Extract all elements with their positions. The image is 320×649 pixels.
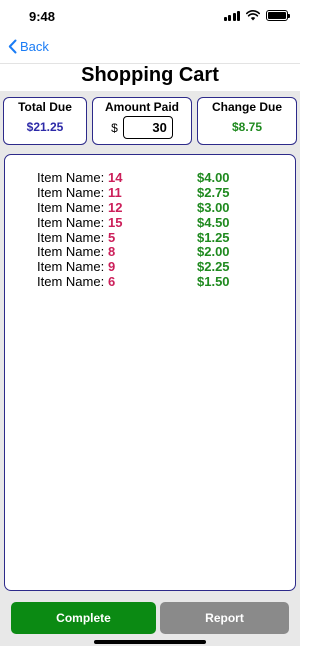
amount-paid-label: Amount Paid (105, 100, 179, 114)
item-name-label: Item Name: (37, 214, 105, 230)
item-price: $4.50 (197, 214, 230, 230)
item-price: $3.00 (197, 199, 230, 215)
back-button[interactable]: Back (8, 39, 49, 54)
status-bar: 9:48 (0, 0, 300, 34)
amount-paid-input[interactable] (122, 116, 173, 139)
item-name: 15 (108, 214, 123, 230)
navigation-bar: Back (0, 34, 300, 64)
item-price: $1.25 (197, 229, 230, 245)
total-due-label: Total Due (18, 100, 72, 114)
items-panel: Item Name: 14 $4.00 Item Name: 11 $2.75 … (4, 154, 296, 591)
change-due-box: Change Due $8.75 (197, 97, 297, 145)
report-button-label: Report (205, 611, 244, 625)
list-item: Item Name: 11 $2.75 (37, 184, 269, 201)
list-item: Item Name: 14 $4.00 (37, 170, 269, 186)
amount-paid-box: Amount Paid $ (92, 97, 192, 145)
amount-paid-row: $ (93, 116, 191, 139)
item-name: 5 (108, 229, 116, 245)
complete-button[interactable]: Complete (11, 602, 156, 634)
item-name: 14 (108, 170, 123, 185)
chevron-left-icon (8, 39, 17, 54)
list-item: Item Name: 5 $1.25 (37, 229, 269, 246)
currency-symbol: $ (111, 120, 118, 135)
item-price: $1.50 (197, 274, 230, 290)
items-list: Item Name: 14 $4.00 Item Name: 11 $2.75 … (37, 170, 269, 290)
status-time: 9:48 (29, 9, 56, 24)
list-item: Item Name: 6 $1.50 (37, 274, 269, 290)
change-due-label: Change Due (211, 100, 282, 114)
item-name-label: Item Name: (37, 244, 105, 260)
item-price: $4.00 (197, 170, 230, 185)
home-indicator (94, 640, 206, 644)
item-name: 8 (108, 244, 116, 260)
item-price: $2.00 (197, 244, 230, 260)
item-name: 12 (108, 199, 123, 215)
complete-button-label: Complete (56, 611, 111, 625)
item-name-label: Item Name: (37, 274, 105, 290)
back-button-label: Back (20, 39, 49, 54)
list-item: Item Name: 8 $2.00 (37, 245, 269, 260)
item-price: $2.75 (197, 184, 230, 200)
item-name-label: Item Name: (37, 229, 105, 245)
total-due-box: Total Due $21.25 (3, 97, 87, 145)
list-item: Item Name: 12 $3.00 (37, 199, 269, 216)
item-name-label: Item Name: (37, 199, 105, 215)
item-name: 11 (108, 184, 122, 200)
item-name-label: Item Name: (37, 184, 105, 200)
report-button[interactable]: Report (160, 602, 289, 634)
battery-level (268, 12, 286, 19)
item-name-label: Item Name: (37, 170, 105, 185)
change-due-value: $8.75 (231, 120, 263, 134)
list-item: Item Name: 15 $4.50 (37, 214, 269, 231)
status-icons (223, 10, 290, 21)
item-name: 9 (108, 259, 116, 275)
item-name: 6 (108, 274, 116, 290)
item-name-label: Item Name: (37, 259, 105, 275)
cellular-signal-icon (223, 10, 240, 21)
wifi-icon (246, 10, 260, 21)
page-title: Shopping Cart (81, 64, 219, 86)
total-due-value: $21.25 (26, 120, 64, 134)
battery-icon (266, 10, 290, 21)
item-price: $2.25 (197, 259, 230, 275)
list-item: Item Name: 9 $2.25 (37, 259, 269, 275)
